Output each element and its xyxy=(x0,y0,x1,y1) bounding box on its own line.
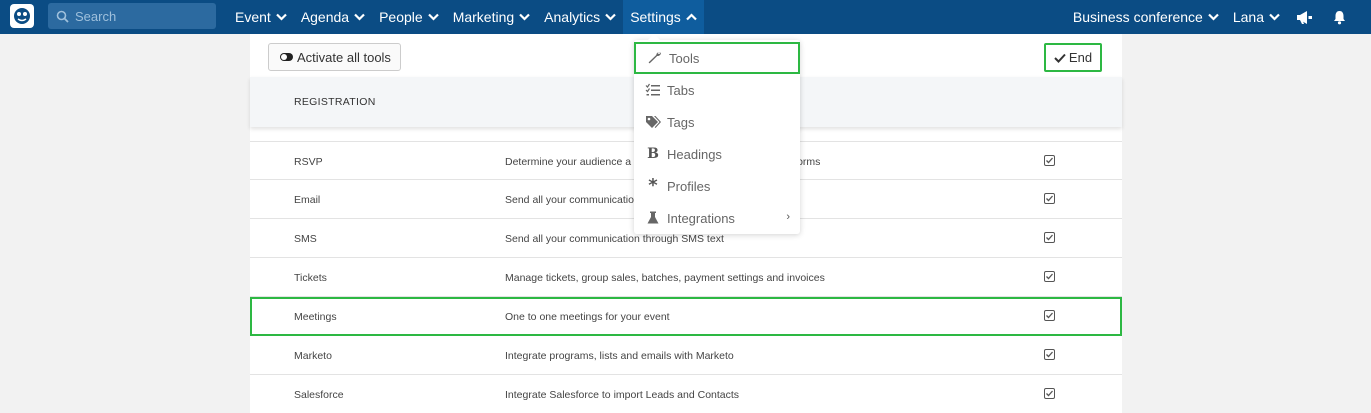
table-row: Marketo Integrate programs, lists and em… xyxy=(250,336,1122,375)
toggle-icon xyxy=(280,53,293,61)
menu-item-headings[interactable]: B Headings xyxy=(634,138,800,170)
end-label: End xyxy=(1068,50,1093,65)
menu-item-headings-label: Headings xyxy=(667,146,722,162)
table-row: Tickets Manage tickets, group sales, bat… xyxy=(250,258,1122,297)
table-row: Salesforce Integrate Salesforce to impor… xyxy=(250,375,1122,413)
menu-item-tools-label: Tools xyxy=(669,50,700,66)
user-name-label: Lana xyxy=(1232,9,1264,25)
bold-icon: B xyxy=(647,146,659,162)
tool-description-text: Integrate Salesforce to import Leads and… xyxy=(505,389,740,401)
checkbox-checked-icon[interactable] xyxy=(1044,193,1055,204)
checkbox-checked-icon[interactable] xyxy=(1044,271,1055,282)
chevron-right-icon: › xyxy=(786,211,790,223)
tool-description-text: Determine your audience a xyxy=(505,156,632,168)
tool-description-text: One to one meetings for your event xyxy=(505,311,670,323)
nav-marketing[interactable]: Marketing xyxy=(446,0,537,34)
chevron-down-icon xyxy=(519,13,530,21)
nav-agenda[interactable]: Agenda xyxy=(294,0,372,34)
activate-all-tools-button[interactable]: Activate all tools xyxy=(268,43,401,71)
checkbox-checked-icon[interactable] xyxy=(1044,232,1055,243)
end-button[interactable]: End xyxy=(1044,43,1102,72)
checkbox-checked-icon[interactable] xyxy=(1044,349,1055,360)
chevron-up-icon xyxy=(686,13,697,21)
tool-name: SMS xyxy=(294,233,317,245)
nav-analytics-label: Analytics xyxy=(544,9,601,25)
main-nav: Event Agenda People Marketing Analytics … xyxy=(228,0,704,34)
announcements-button[interactable] xyxy=(1287,0,1322,34)
tool-name: Meetings xyxy=(294,311,337,323)
checkbox-checked-icon[interactable] xyxy=(1044,155,1055,166)
tool-description: Integrate Salesforce to import Leads and… xyxy=(505,389,739,401)
tool-name: Salesforce xyxy=(294,389,344,401)
checkbox-checked-icon[interactable] xyxy=(1044,310,1055,321)
nav-event[interactable]: Event xyxy=(228,0,294,34)
section-title: REGISTRATION xyxy=(294,96,376,108)
tool-name: Tickets xyxy=(294,272,327,284)
menu-item-integrations[interactable]: Integrations › xyxy=(634,202,800,234)
megaphone-icon xyxy=(1297,10,1312,24)
nav-analytics[interactable]: Analytics xyxy=(537,0,623,34)
tool-description: Send all your communicatio xyxy=(505,194,634,206)
search-icon xyxy=(56,10,69,23)
search-input[interactable] xyxy=(75,8,215,24)
nav-event-label: Event xyxy=(235,9,271,25)
chevron-down-icon xyxy=(1269,13,1280,21)
app-logo[interactable] xyxy=(10,4,34,28)
chevron-down-icon xyxy=(605,13,616,21)
list-icon xyxy=(645,83,661,97)
notifications-button[interactable] xyxy=(1322,0,1357,34)
chevron-down-icon xyxy=(1208,13,1219,21)
tool-name: RSVP xyxy=(294,156,323,168)
nav-people-label: People xyxy=(379,9,423,25)
nav-event-switcher[interactable]: Business conference xyxy=(1066,0,1226,34)
nav-agenda-label: Agenda xyxy=(300,9,350,25)
event-switcher-label: Business conference xyxy=(1072,9,1203,25)
table-row-highlighted: Meetings One to one meetings for your ev… xyxy=(250,297,1122,336)
settings-dropdown-menu: Tools Tabs Tags B Headings * Profiles In… xyxy=(634,34,800,234)
tool-description: One to one meetings for your event xyxy=(505,311,670,323)
search-box[interactable] xyxy=(48,3,216,29)
tool-description-tail: orms xyxy=(797,156,821,168)
tool-name: Email xyxy=(294,194,321,206)
checkbox-checked-icon[interactable] xyxy=(1044,388,1055,399)
check-icon xyxy=(1054,53,1066,63)
tool-description-text: Integrate programs, lists and emails wit… xyxy=(505,350,734,362)
nav-people[interactable]: People xyxy=(372,0,446,34)
activate-all-tools-label: Activate all tools xyxy=(297,49,391,65)
nav-settings[interactable]: Settings xyxy=(623,0,704,34)
menu-item-profiles-label: Profiles xyxy=(667,178,711,194)
top-navigation-bar: Event Agenda People Marketing Analytics … xyxy=(0,0,1371,34)
nav-settings-label: Settings xyxy=(630,9,681,25)
menu-item-tools[interactable]: Tools xyxy=(634,42,800,74)
tool-name: Marketo xyxy=(294,350,332,362)
nav-marketing-label: Marketing xyxy=(452,9,515,25)
flask-icon xyxy=(645,211,661,225)
chevron-down-icon xyxy=(276,13,287,21)
menu-item-tags-label: Tags xyxy=(667,114,695,130)
right-nav: Business conference Lana xyxy=(1066,0,1357,34)
menu-item-integrations-label: Integrations xyxy=(667,210,735,226)
chevron-down-icon xyxy=(427,13,439,21)
tags-icon xyxy=(645,115,661,129)
menu-item-tabs[interactable]: Tabs xyxy=(634,74,800,106)
menu-item-tags[interactable]: Tags xyxy=(634,106,800,138)
logo-icon xyxy=(14,8,30,24)
tool-description-text: Send all your communicatio xyxy=(505,194,634,206)
tool-description: Integrate programs, lists and emails wit… xyxy=(505,350,734,362)
tool-description: Send all your communication through SMS … xyxy=(505,233,724,245)
tool-description-text: Send all your communication through SMS … xyxy=(505,233,724,245)
tool-description-text: Manage tickets, group sales, batches, pa… xyxy=(505,272,825,284)
menu-item-profiles[interactable]: * Profiles xyxy=(634,170,800,202)
menu-item-tabs-label: Tabs xyxy=(667,82,695,98)
wrench-icon xyxy=(647,51,663,65)
chevron-down-icon xyxy=(354,13,365,21)
bell-icon xyxy=(1334,10,1345,24)
nav-user-menu[interactable]: Lana xyxy=(1226,0,1287,34)
asterisk-icon: * xyxy=(648,175,658,196)
tool-description: Manage tickets, group sales, batches, pa… xyxy=(505,272,825,284)
